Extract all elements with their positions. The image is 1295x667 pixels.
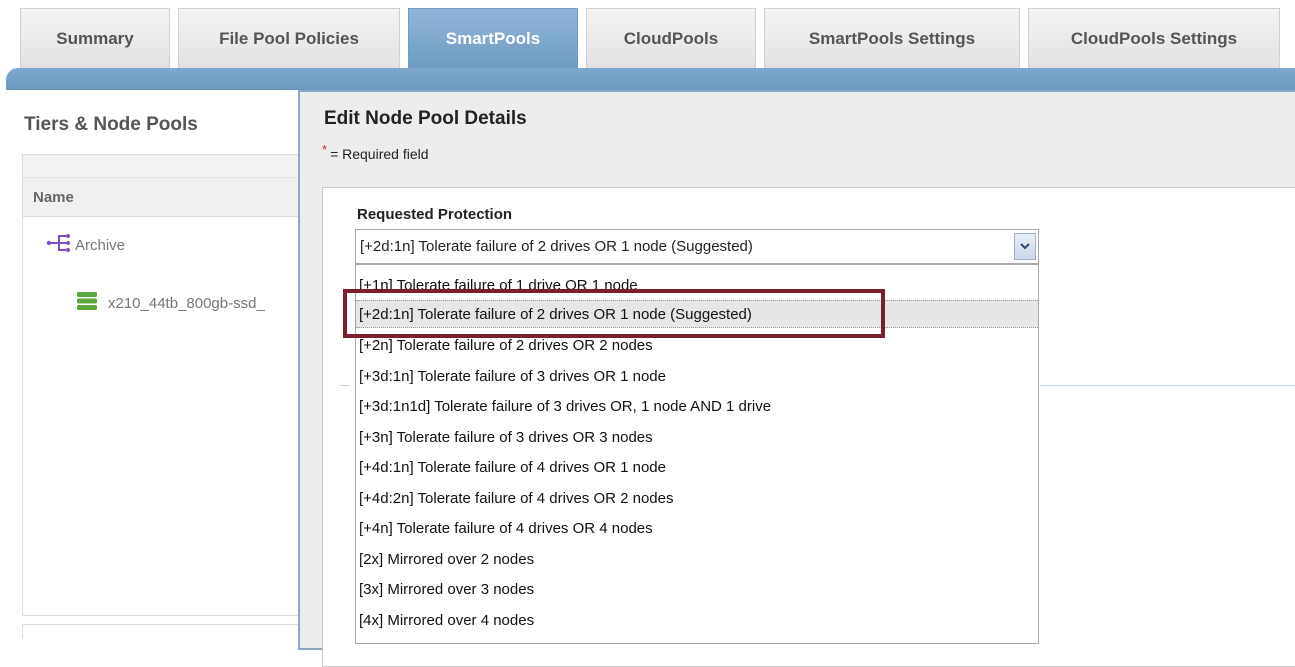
table-footer — [22, 624, 312, 638]
tab-bar-strip — [6, 68, 1295, 90]
option-item[interactable]: [3x] Mirrored over 3 nodes — [356, 575, 1038, 603]
highlight-annotation — [343, 289, 885, 338]
tab-cloudpools[interactable]: CloudPools — [586, 8, 756, 68]
node-pools-table: Name — [22, 154, 312, 616]
tab-smartpools-settings[interactable]: SmartPools Settings — [764, 8, 1020, 68]
node-pool-icon — [76, 291, 98, 315]
requested-protection-label: Requested Protection — [357, 206, 513, 223]
option-item[interactable]: [+4d:1n] Tolerate failure of 4 drives OR… — [356, 453, 1038, 481]
chevron-down-icon[interactable] — [1014, 233, 1036, 260]
table-toolbar — [23, 155, 312, 178]
tree-item-archive[interactable]: Archive — [46, 233, 125, 257]
required-note: * = Required field — [322, 142, 429, 162]
option-item[interactable]: [+3d:1n1d] Tolerate failure of 3 drives … — [356, 392, 1038, 420]
tab-bar: Summary File Pool Policies SmartPools Cl… — [0, 0, 1295, 70]
option-item[interactable]: [+3n] Tolerate failure of 3 drives OR 3 … — [356, 423, 1038, 451]
tree-item-label: Archive — [75, 236, 126, 254]
section-title: Tiers & Node Pools — [24, 114, 198, 135]
option-item[interactable]: [+4d:2n] Tolerate failure of 4 drives OR… — [356, 484, 1038, 512]
tab-file-pool-policies[interactable]: File Pool Policies — [178, 8, 400, 68]
selected-value: [+2d:1n] Tolerate failure of 2 drives OR… — [360, 238, 753, 255]
option-item[interactable]: [+4n] Tolerate failure of 4 drives OR 4 … — [356, 514, 1038, 542]
tab-smartpools[interactable]: SmartPools — [408, 8, 578, 68]
divider — [1040, 385, 1295, 386]
required-note-text: = Required field — [330, 146, 429, 162]
tab-cloudpools-settings[interactable]: CloudPools Settings — [1028, 8, 1280, 68]
dialog-title: Edit Node Pool Details — [324, 108, 527, 129]
tier-icon — [46, 233, 72, 257]
tree-item-node-pool[interactable]: x210_44tb_800gb-ssd_ — [76, 291, 312, 315]
tree-item-label: x210_44tb_800gb-ssd_ — [108, 294, 265, 312]
column-header-name[interactable]: Name — [23, 178, 312, 217]
option-item[interactable]: [4x] Mirrored over 4 nodes — [356, 606, 1038, 634]
option-item[interactable]: [+3d:1n] Tolerate failure of 3 drives OR… — [356, 362, 1038, 390]
required-star: * — [322, 142, 328, 157]
divider — [340, 385, 350, 386]
requested-protection-select[interactable]: [+2d:1n] Tolerate failure of 2 drives OR… — [355, 229, 1039, 264]
option-item[interactable]: [2x] Mirrored over 2 nodes — [356, 545, 1038, 573]
tab-summary[interactable]: Summary — [20, 8, 170, 68]
